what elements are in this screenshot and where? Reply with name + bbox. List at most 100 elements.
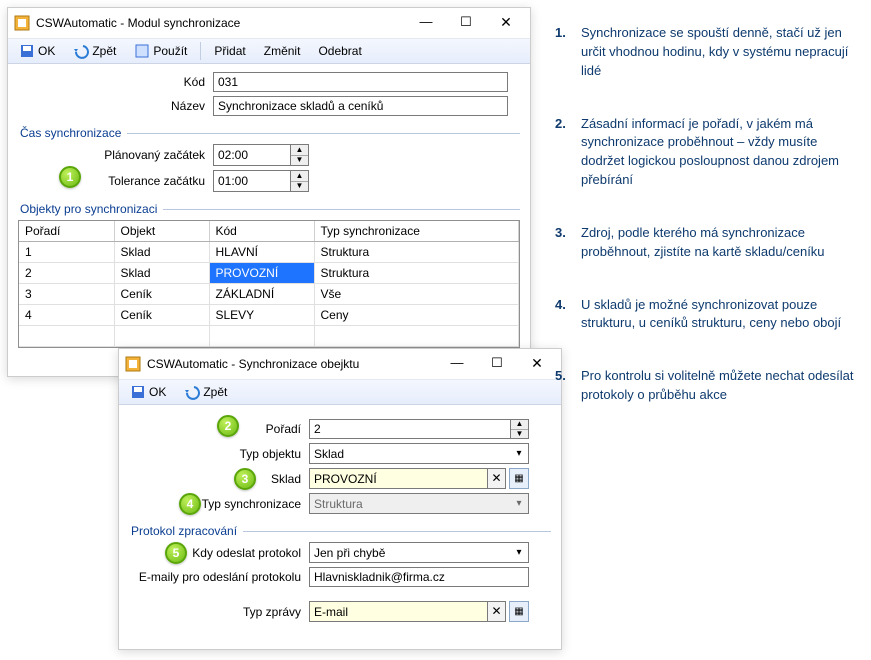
poradi-input[interactable] bbox=[309, 419, 511, 439]
undo-icon bbox=[184, 384, 200, 400]
back-button[interactable]: Zpět bbox=[177, 381, 234, 403]
titlebar-sub[interactable]: CSWAutomatic - Synchronizace obejktu — ☐… bbox=[119, 349, 561, 379]
cell-objekt[interactable]: Sklad bbox=[114, 242, 209, 263]
table-row[interactable] bbox=[19, 326, 519, 347]
cell-typ[interactable]: Vše bbox=[314, 284, 519, 305]
table-row[interactable]: 1SkladHLAVNÍStruktura bbox=[19, 242, 519, 263]
window-title: CSWAutomatic - Modul synchronizace bbox=[36, 16, 406, 30]
minimize-icon[interactable]: — bbox=[437, 352, 477, 376]
typobj-label: Typ objektu bbox=[129, 447, 309, 461]
toolbar-main: OK Zpět Použít Přidat Změnit Odebrat bbox=[8, 38, 530, 64]
table-row[interactable]: 4CeníkSLEVYCeny bbox=[19, 305, 519, 326]
grid-header-row: Pořadí Objekt Kód Typ synchronizace bbox=[19, 221, 519, 242]
emails-label: E-maily pro odeslání protokolu bbox=[129, 570, 309, 584]
app-icon bbox=[125, 356, 141, 372]
kod-input[interactable] bbox=[213, 72, 508, 92]
cell-kod[interactable]: HLAVNÍ bbox=[209, 242, 314, 263]
cell-poradi[interactable]: 3 bbox=[19, 284, 114, 305]
group-protocol: Protokol zpracování bbox=[129, 518, 551, 538]
typz-label: Typ zprávy bbox=[129, 605, 309, 619]
close-icon[interactable]: ✕ bbox=[486, 11, 526, 35]
ok-button[interactable]: OK bbox=[123, 381, 173, 403]
spin-down-icon[interactable]: ▼ bbox=[511, 430, 528, 439]
tol-time-input[interactable] bbox=[213, 170, 291, 192]
badge-2: 2 bbox=[217, 415, 239, 437]
typsync-label: Typ synchronizace bbox=[129, 497, 309, 511]
cell-poradi[interactable]: 4 bbox=[19, 305, 114, 326]
tol-label: Tolerance začátku bbox=[18, 174, 213, 188]
chevron-down-icon: ▾ bbox=[510, 498, 528, 509]
sklad-lookup[interactable]: ✕ ▦ bbox=[309, 468, 529, 489]
titlebar-main[interactable]: CSWAutomatic - Modul synchronizace — ☐ ✕ bbox=[8, 8, 530, 38]
typz-input[interactable] bbox=[309, 601, 488, 622]
clear-icon[interactable]: ✕ bbox=[488, 468, 506, 489]
cell-objekt[interactable]: Ceník bbox=[114, 305, 209, 326]
col-poradi[interactable]: Pořadí bbox=[19, 221, 114, 242]
typobj-combo[interactable]: Sklad ▾ bbox=[309, 443, 529, 464]
group-objects: Objekty pro synchronizaci bbox=[18, 196, 520, 216]
group-time: Čas synchronizace bbox=[18, 120, 520, 140]
form-main: Kód Název Čas synchronizace Plánovaný za… bbox=[8, 64, 530, 354]
cell-kod[interactable]: SLEVY bbox=[209, 305, 314, 326]
chevron-down-icon[interactable]: ▾ bbox=[510, 448, 528, 459]
add-button[interactable]: Přidat bbox=[207, 41, 252, 61]
spin-up-icon[interactable]: ▲ bbox=[291, 171, 308, 182]
note-number: 5. bbox=[555, 367, 581, 405]
apply-icon bbox=[134, 43, 150, 59]
clear-icon[interactable]: ✕ bbox=[488, 601, 506, 622]
back-button[interactable]: Zpět bbox=[66, 40, 123, 62]
remove-button[interactable]: Odebrat bbox=[311, 41, 368, 61]
col-objekt[interactable]: Objekt bbox=[114, 221, 209, 242]
minimize-icon[interactable]: — bbox=[406, 11, 446, 35]
nazev-label: Název bbox=[18, 99, 213, 113]
plan-time-spinner[interactable]: ▲▼ bbox=[213, 144, 309, 166]
objects-grid[interactable]: Pořadí Objekt Kód Typ synchronizace 1Skl… bbox=[18, 220, 520, 348]
spin-up-icon[interactable]: ▲ bbox=[291, 145, 308, 156]
poradi-spinner[interactable]: ▲▼ bbox=[309, 419, 529, 439]
kdy-combo[interactable]: Jen při chybě ▾ bbox=[309, 542, 529, 563]
table-row[interactable]: 3CeníkZÁKLADNÍVše bbox=[19, 284, 519, 305]
edit-button[interactable]: Změnit bbox=[257, 41, 308, 61]
cell-kod[interactable]: ZÁKLADNÍ bbox=[209, 284, 314, 305]
emails-input[interactable] bbox=[309, 567, 529, 587]
typsync-combo: Struktura ▾ bbox=[309, 493, 529, 514]
tol-time-spinner[interactable]: ▲▼ bbox=[213, 170, 309, 192]
cell-kod[interactable]: PROVOZNÍ bbox=[209, 263, 314, 284]
nazev-input[interactable] bbox=[213, 96, 508, 116]
note-text: Synchronizace se spouští denně, stačí už… bbox=[581, 24, 855, 81]
toolbar-sub: OK Zpět bbox=[119, 379, 561, 405]
help-notes: 1. Synchronizace se spouští denně, stačí… bbox=[555, 24, 855, 439]
picker-icon[interactable]: ▦ bbox=[509, 468, 529, 489]
use-button[interactable]: Použít bbox=[127, 40, 194, 62]
cell-objekt[interactable]: Ceník bbox=[114, 284, 209, 305]
typz-lookup[interactable]: ✕ ▦ bbox=[309, 601, 529, 622]
save-icon bbox=[19, 43, 35, 59]
maximize-icon[interactable]: ☐ bbox=[477, 352, 517, 376]
cell-objekt[interactable]: Sklad bbox=[114, 263, 209, 284]
spin-down-icon[interactable]: ▼ bbox=[291, 156, 308, 166]
ok-button[interactable]: OK bbox=[12, 40, 62, 62]
maximize-icon[interactable]: ☐ bbox=[446, 11, 486, 35]
cell-poradi[interactable]: 1 bbox=[19, 242, 114, 263]
note-item: 3. Zdroj, podle kterého má synchronizace… bbox=[555, 224, 855, 262]
col-kod[interactable]: Kód bbox=[209, 221, 314, 242]
plan-time-input[interactable] bbox=[213, 144, 291, 166]
spin-down-icon[interactable]: ▼ bbox=[291, 182, 308, 192]
cell-poradi[interactable]: 2 bbox=[19, 263, 114, 284]
cell-typ[interactable]: Ceny bbox=[314, 305, 519, 326]
picker-icon[interactable]: ▦ bbox=[509, 601, 529, 622]
note-number: 4. bbox=[555, 296, 581, 334]
sklad-input[interactable] bbox=[309, 468, 488, 489]
table-row[interactable]: 2SkladPROVOZNÍStruktura bbox=[19, 263, 519, 284]
form-sub: Pořadí ▲▼ Typ objektu Sklad ▾ Sklad ✕ ▦ … bbox=[119, 405, 561, 632]
plan-label: Plánovaný začátek bbox=[18, 148, 213, 162]
close-icon[interactable]: ✕ bbox=[517, 352, 557, 376]
app-icon bbox=[14, 15, 30, 31]
chevron-down-icon[interactable]: ▾ bbox=[510, 547, 528, 558]
note-number: 3. bbox=[555, 224, 581, 262]
col-typ[interactable]: Typ synchronizace bbox=[314, 221, 519, 242]
toolbar-separator bbox=[200, 42, 201, 60]
cell-typ[interactable]: Struktura bbox=[314, 242, 519, 263]
save-icon bbox=[130, 384, 146, 400]
cell-typ[interactable]: Struktura bbox=[314, 263, 519, 284]
